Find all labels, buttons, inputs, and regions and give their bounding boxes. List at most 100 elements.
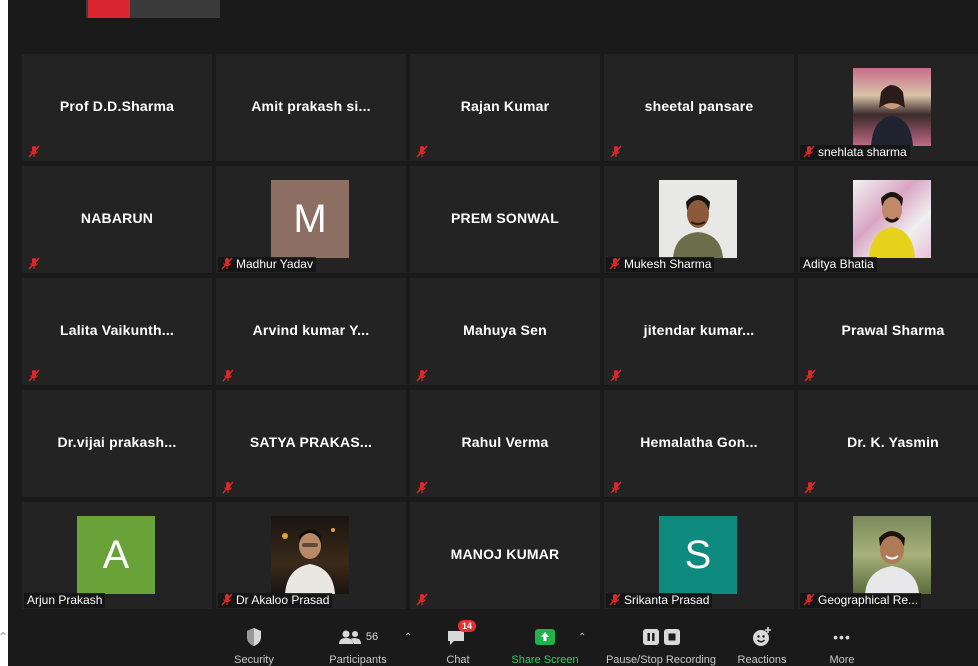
participant-tile[interactable]: PREM SONWAL <box>410 166 600 273</box>
muted-mic-icon <box>803 145 815 158</box>
person-silhouette-icon <box>869 192 915 258</box>
muted-mic-icon <box>609 257 621 270</box>
participant-name: NABARUN <box>80 210 154 226</box>
reactions-label: Reactions <box>737 654 787 666</box>
participant-tile[interactable]: NABARUN <box>22 166 212 273</box>
share-screen-label: Share Screen <box>511 654 579 666</box>
recording-label: Pause/Stop Recording <box>605 654 717 666</box>
security-button[interactable]: Security <box>224 626 284 666</box>
participant-tile[interactable]: A Arjun Prakash <box>22 502 212 609</box>
participants-label: Participants <box>329 654 387 666</box>
participant-label: Aditya Bhatia <box>800 257 877 272</box>
participant-tile[interactable]: Hemalatha Gon... <box>604 390 794 497</box>
participant-label-text: Dr Akaloo Prasad <box>236 593 330 607</box>
participant-tile[interactable]: jitendar kumar... <box>604 278 794 385</box>
chat-button[interactable]: 14 Chat <box>436 620 480 666</box>
chat-label: Chat <box>446 654 470 666</box>
participants-menu-chevron-icon[interactable]: ⌃ <box>404 632 412 643</box>
expand-chevron-icon[interactable]: ⌃ <box>0 630 8 644</box>
security-label: Security <box>234 654 274 666</box>
participants-button[interactable]: 56 Participants <box>318 626 398 666</box>
participant-tile[interactable]: Dr Akaloo Prasad <box>216 502 406 609</box>
participant-label: Arjun Prakash <box>24 593 106 608</box>
participant-tile[interactable]: Prof D.D.Sharma <box>22 54 212 161</box>
participant-tile[interactable]: SATYA PRAKAS... <box>216 390 406 497</box>
participant-tile[interactable]: Dr. K. Yasmin <box>798 390 978 497</box>
muted-mic-icon <box>416 593 428 606</box>
participant-name: Hemalatha Gon... <box>640 434 758 450</box>
participant-tile[interactable]: Dr.vijai prakash... <box>22 390 212 497</box>
pause-icon <box>642 629 659 645</box>
participant-label-text: Aditya Bhatia <box>803 257 874 271</box>
participant-label-text: snehlata sharma <box>818 145 907 159</box>
participant-label: Srikanta Prasad <box>606 593 713 608</box>
chat-indicator: 14 <box>436 620 480 648</box>
muted-mic-icon <box>416 145 428 158</box>
muted-mic-icon <box>610 481 622 494</box>
participant-name: Prawal Sharma <box>841 322 945 338</box>
participant-name: sheetal pansare <box>644 98 754 114</box>
participant-tile[interactable]: Lalita Vaikunth... <box>22 278 212 385</box>
participant-name: Amit prakash si... <box>251 98 371 114</box>
participant-name: SATYA PRAKAS... <box>249 434 373 450</box>
participant-tile[interactable]: Amit prakash si... <box>216 54 406 161</box>
muted-mic-icon <box>28 369 40 382</box>
muted-mic-icon <box>416 481 428 494</box>
participant-tile[interactable]: Mukesh Sharma <box>604 166 794 273</box>
participant-label: Dr Akaloo Prasad <box>218 593 333 608</box>
participant-label-text: Arjun Prakash <box>27 593 103 607</box>
avatar: M <box>271 180 349 258</box>
reactions-button[interactable]: Reactions <box>732 626 792 666</box>
participant-label-text: Geographical Re... <box>818 593 919 607</box>
more-icon: ••• <box>833 629 851 645</box>
share-screen-button[interactable]: Share Screen <box>506 626 584 666</box>
participant-name: PREM SONWAL <box>451 210 559 226</box>
participant-tile[interactable]: Prawal Sharma <box>798 278 978 385</box>
participant-label-text: Madhur Yadav <box>236 257 313 271</box>
video-feed <box>853 180 931 258</box>
participant-name: Mahuya Sen <box>463 322 547 338</box>
participants-icon <box>338 630 361 644</box>
muted-mic-icon <box>221 257 233 270</box>
muted-mic-icon <box>610 369 622 382</box>
participant-tile[interactable]: sheetal pansare <box>604 54 794 161</box>
participant-tile[interactable]: Mahuya Sen <box>410 278 600 385</box>
person-silhouette-icon <box>282 528 335 594</box>
share-screen-menu-chevron-icon[interactable]: ⌃ <box>578 632 586 643</box>
muted-mic-icon <box>803 593 815 606</box>
participant-label: snehlata sharma <box>800 145 910 160</box>
video-feed <box>271 516 349 594</box>
participant-tile[interactable]: S Srikanta Prasad <box>604 502 794 609</box>
participant-tile[interactable]: Rahul Verma <box>410 390 600 497</box>
video-feed <box>853 68 931 146</box>
shield-icon <box>247 628 261 646</box>
participant-label-text: Srikanta Prasad <box>624 593 710 607</box>
participant-label: Madhur Yadav <box>218 257 316 272</box>
participant-tile[interactable]: Rajan Kumar <box>410 54 600 161</box>
participant-tile[interactable]: MANOJ KUMAR <box>410 502 600 609</box>
participant-label-text: Mukesh Sharma <box>624 257 712 271</box>
muted-mic-icon <box>416 369 428 382</box>
participant-name: jitendar kumar... <box>643 322 755 338</box>
video-feed <box>853 516 931 594</box>
muted-mic-icon <box>221 593 233 606</box>
pause-stop-recording-button[interactable]: Pause/Stop Recording <box>598 626 724 666</box>
participant-name: Arvind kumar Y... <box>252 322 370 338</box>
person-silhouette-icon <box>871 85 913 146</box>
participant-count: 56 <box>365 631 379 643</box>
participant-label: Mukesh Sharma <box>606 257 715 272</box>
participant-tile[interactable]: Geographical Re... <box>798 502 978 609</box>
person-silhouette-icon <box>865 531 919 594</box>
person-silhouette-icon <box>673 195 723 258</box>
avatar: A <box>77 516 155 594</box>
muted-mic-icon <box>222 481 234 494</box>
more-label: More <box>829 654 855 666</box>
participant-tile[interactable]: M Madhur Yadav <box>216 166 406 273</box>
muted-mic-icon <box>28 145 40 158</box>
stop-icon <box>663 629 680 645</box>
participant-tile[interactable]: snehlata sharma <box>798 54 978 161</box>
more-button[interactable]: ••• More <box>814 626 870 666</box>
participant-tile[interactable]: Aditya Bhatia <box>798 166 978 273</box>
participant-tile[interactable]: Arvind kumar Y... <box>216 278 406 385</box>
share-screen-icon <box>535 629 555 645</box>
